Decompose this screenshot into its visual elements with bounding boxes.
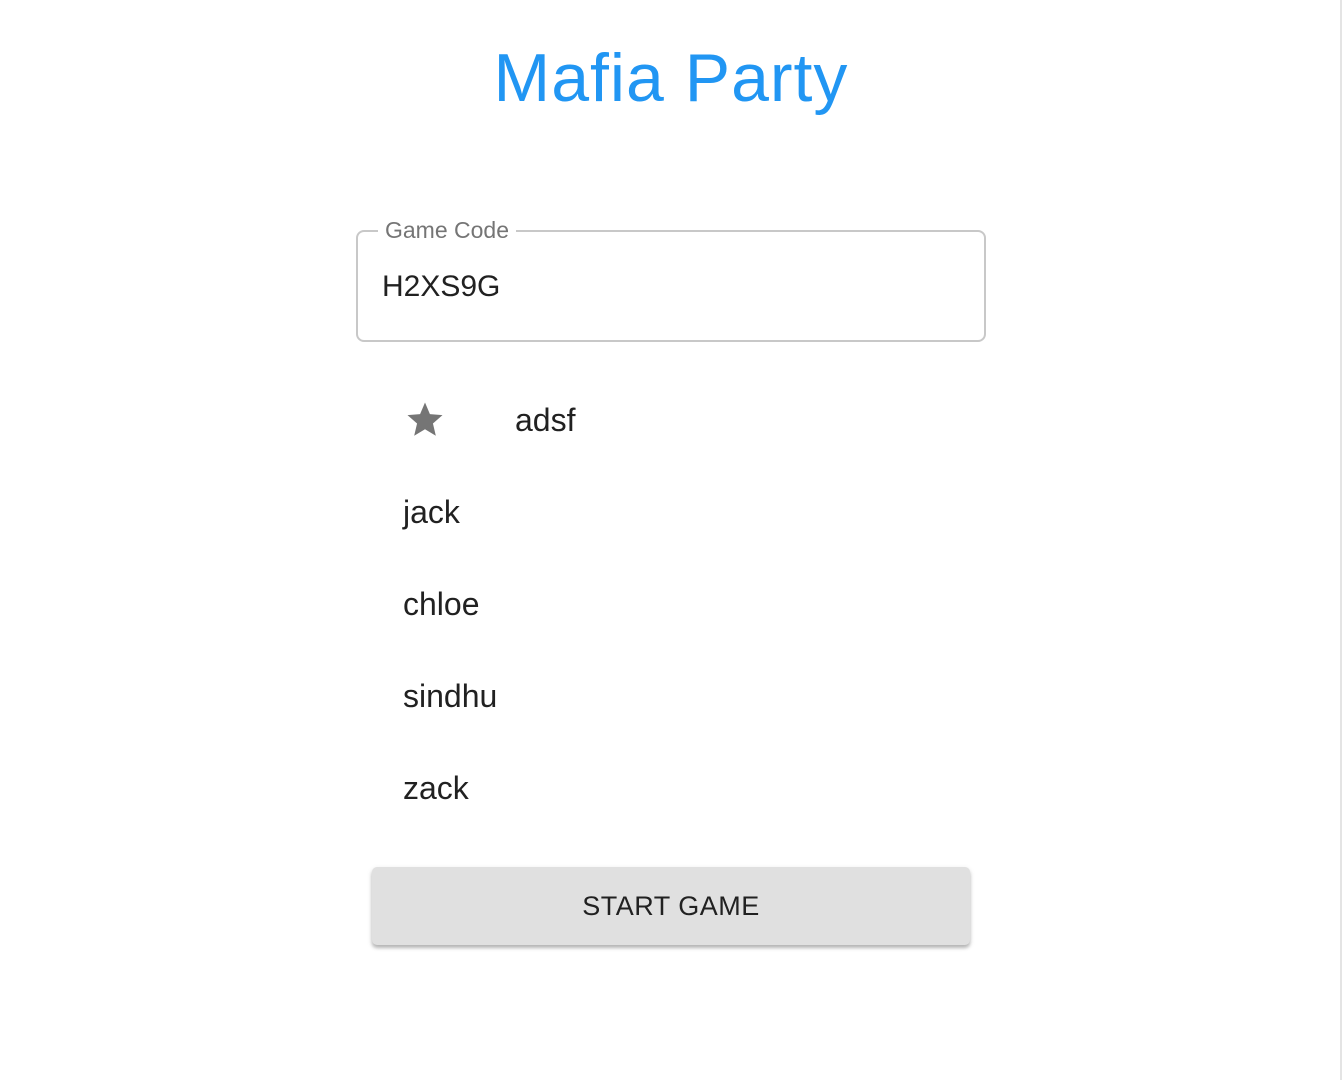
page-title: Mafia Party [493, 40, 849, 116]
player-name: jack [403, 493, 460, 530]
star-icon [407, 402, 443, 436]
host-star-icon [403, 399, 515, 441]
start-game-button[interactable]: START GAME [372, 867, 970, 945]
player-item-host: adsf [356, 374, 986, 466]
player-name: sindhu [403, 677, 498, 714]
player-item: jack [356, 466, 986, 558]
player-list: adsf jack chloe sindhu zack [356, 374, 986, 834]
player-name: adsf [515, 401, 576, 438]
game-code-input[interactable] [382, 262, 942, 312]
player-item: sindhu [356, 650, 986, 742]
game-code-field[interactable]: Game Code [356, 217, 986, 342]
game-code-label: Game Code [378, 217, 517, 243]
player-item: chloe [356, 558, 986, 650]
player-name: chloe [403, 585, 480, 622]
host-row: adsf [356, 399, 575, 441]
app-window: Mafia Party Game Code adsf jack chloe si… [0, 0, 1342, 1080]
player-item: zack [356, 742, 986, 834]
player-name: zack [403, 769, 469, 806]
